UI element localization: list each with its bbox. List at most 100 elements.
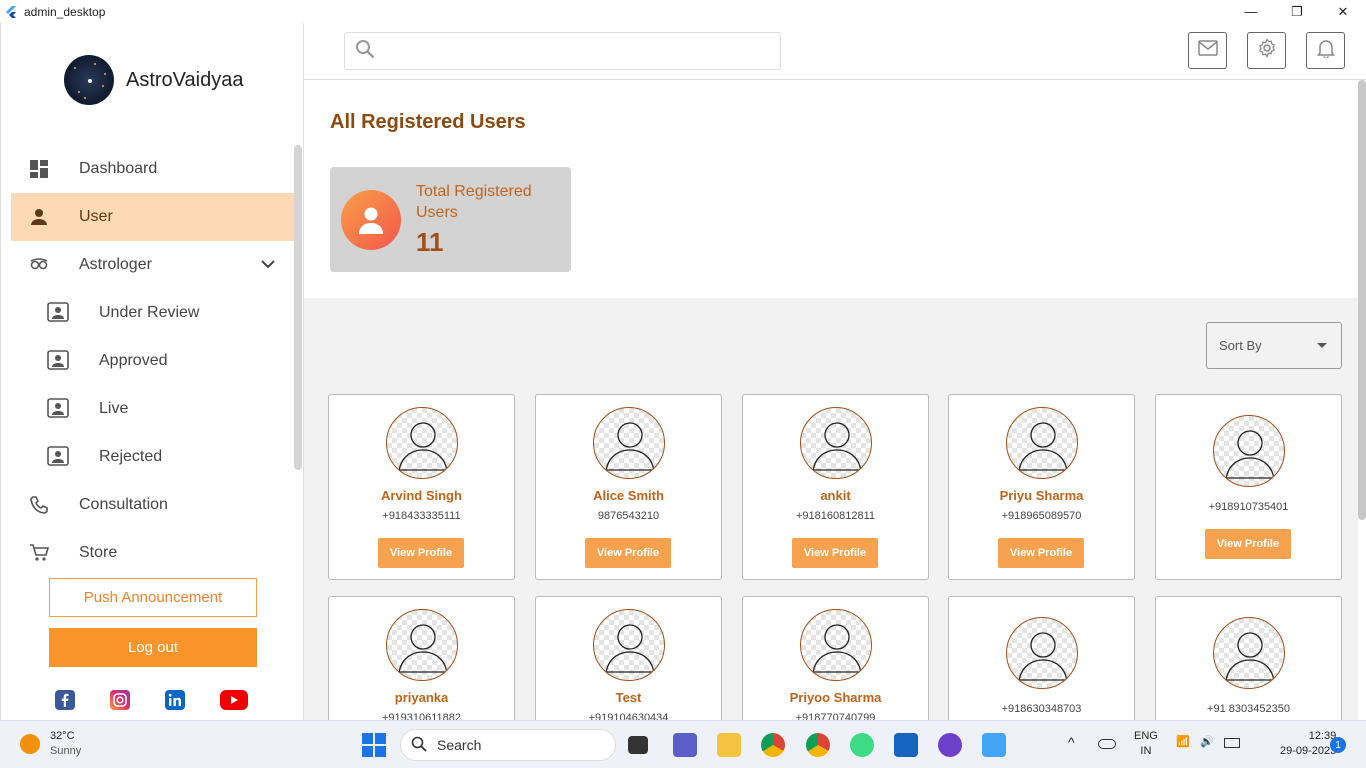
- sun-icon: [20, 734, 40, 754]
- user-name: Test: [615, 690, 642, 705]
- view-profile-button[interactable]: View Profile: [792, 538, 878, 568]
- brand-logo[interactable]: AstroVaidyaa: [64, 55, 243, 105]
- sidebar-item-live[interactable]: Live: [11, 385, 295, 433]
- view-profile-button[interactable]: View Profile: [378, 538, 464, 568]
- wifi-icon[interactable]: 📶: [1176, 735, 1190, 750]
- person-icon: [341, 190, 401, 250]
- user-card: Test+919104630434View Profile: [535, 596, 722, 720]
- sidebar-item-astrologer[interactable]: Astrologer: [11, 241, 295, 289]
- total-users-card: Total Registered Users 11: [330, 167, 571, 272]
- onedrive-icon[interactable]: [1098, 739, 1116, 749]
- avatar: [800, 609, 872, 681]
- sidebar-item-label: Live: [99, 400, 129, 417]
- volume-icon[interactable]: 🔊: [1200, 735, 1214, 750]
- profile-card-icon: [47, 302, 69, 323]
- user-card: Arvind Singh +918433335111 View Profile: [328, 394, 515, 580]
- user-phone: +919310611882: [381, 712, 462, 720]
- sidebar-scrollbar[interactable]: [294, 145, 302, 470]
- flutter-app-icon[interactable]: [982, 733, 1006, 757]
- avatar: [593, 407, 665, 479]
- flutter-icon: [6, 5, 16, 18]
- chrome-icon[interactable]: [761, 733, 785, 757]
- task-view-icon[interactable]: [628, 736, 648, 754]
- avatar: [800, 407, 872, 479]
- search-input[interactable]: [375, 33, 780, 69]
- file-explorer-icon[interactable]: [717, 733, 741, 757]
- sidebar-item-approved[interactable]: Approved: [11, 337, 295, 385]
- sidebar-item-label: Consultation: [79, 496, 168, 513]
- social-links: [55, 690, 248, 710]
- top-bar: [304, 23, 1366, 80]
- bell-icon: [1316, 38, 1335, 63]
- search-icon: [355, 39, 375, 64]
- user-card: +918630348703View Profile: [948, 596, 1135, 720]
- avatar: [386, 407, 458, 479]
- window-title: admin_desktop: [24, 4, 106, 19]
- taskbar: 32°C Sunny Search ^ ENG IN 📶 🔊 12:39 29-0…: [0, 720, 1366, 768]
- instagram-icon[interactable]: [110, 690, 130, 710]
- sidebar-item-label: Store: [79, 544, 118, 561]
- linkedin-icon[interactable]: [165, 690, 185, 710]
- taskbar-search[interactable]: Search: [400, 729, 616, 761]
- facebook-icon[interactable]: [55, 690, 75, 710]
- sidebar-item-under-review[interactable]: Under Review: [11, 289, 295, 337]
- logo-icon: [64, 55, 114, 105]
- user-card: Alice Smith 9876543210 View Profile: [535, 394, 722, 580]
- sidebar-item-store[interactable]: Store: [11, 529, 295, 577]
- language-indicator[interactable]: ENG IN: [1134, 729, 1158, 759]
- sort-label: Sort By: [1219, 338, 1262, 353]
- teams-icon[interactable]: [673, 733, 697, 757]
- avatar: [1006, 407, 1078, 479]
- cart-icon: [29, 543, 49, 563]
- sidebar-nav: Dashboard User Astrologer Under Review A…: [11, 145, 295, 577]
- windows-start-icon[interactable]: [362, 733, 386, 757]
- search-icon: [411, 736, 427, 755]
- settings-icon: [1257, 38, 1277, 63]
- brand-name: AstroVaidyaa: [126, 68, 244, 91]
- user-name: Arvind Singh: [381, 488, 462, 503]
- android-studio-icon[interactable]: [850, 733, 874, 757]
- sidebar-item-user[interactable]: User: [11, 193, 295, 241]
- clock[interactable]: 12:39 29-09-2023: [1280, 729, 1336, 759]
- mail-button[interactable]: [1188, 32, 1227, 69]
- close-button[interactable]: ✕: [1320, 0, 1366, 23]
- sidebar-item-rejected[interactable]: Rejected: [11, 433, 295, 481]
- time: 12:39: [1308, 730, 1337, 742]
- settings-button[interactable]: [1247, 32, 1286, 69]
- users-header: All Registered Users Total Registered Us…: [304, 80, 1358, 298]
- security-shield-icon[interactable]: [894, 733, 918, 757]
- user-name: ankit: [820, 488, 851, 503]
- view-profile-button[interactable]: View Profile: [1205, 529, 1291, 559]
- main-scrollbar[interactable]: [1358, 80, 1366, 520]
- sidebar-item-consultation[interactable]: Consultation: [11, 481, 295, 529]
- user-name: Alice Smith: [593, 488, 664, 503]
- maximize-button[interactable]: ❐: [1274, 0, 1320, 23]
- chevron-down-icon[interactable]: [261, 256, 275, 274]
- notification-badge[interactable]: 1: [1330, 737, 1346, 753]
- view-profile-button[interactable]: View Profile: [585, 538, 671, 568]
- date: 29-09-2023: [1280, 745, 1337, 757]
- avatar: [1213, 415, 1285, 487]
- window-titlebar: admin_desktop — ❐ ✕: [0, 0, 1366, 23]
- chrome-icon[interactable]: [806, 733, 830, 757]
- minimize-button[interactable]: —: [1228, 0, 1274, 23]
- search-box[interactable]: [344, 32, 781, 70]
- user-name: Priyoo Sharma: [789, 690, 882, 705]
- stat-value: 11: [416, 227, 444, 257]
- notifications-button[interactable]: [1306, 32, 1345, 69]
- sidebar-item-label: Rejected: [99, 448, 163, 465]
- github-icon[interactable]: [938, 733, 962, 757]
- weather-widget[interactable]: 32°C Sunny: [20, 729, 81, 759]
- mail-icon: [1197, 40, 1218, 61]
- view-profile-button[interactable]: View Profile: [998, 538, 1084, 568]
- sort-dropdown[interactable]: Sort By: [1206, 322, 1342, 369]
- tray-chevron-icon[interactable]: ^: [1068, 735, 1075, 750]
- push-announcement-button[interactable]: Push Announcement: [49, 578, 257, 617]
- sidebar-item-dashboard[interactable]: Dashboard: [11, 145, 295, 193]
- battery-icon[interactable]: [1224, 738, 1240, 748]
- youtube-icon[interactable]: [220, 690, 248, 710]
- user-phone: +91 8303452350: [1207, 703, 1290, 715]
- logout-button[interactable]: Log out: [49, 628, 257, 667]
- user-phone: +918630348703: [1001, 703, 1082, 715]
- taskbar-search-label: Search: [437, 737, 482, 753]
